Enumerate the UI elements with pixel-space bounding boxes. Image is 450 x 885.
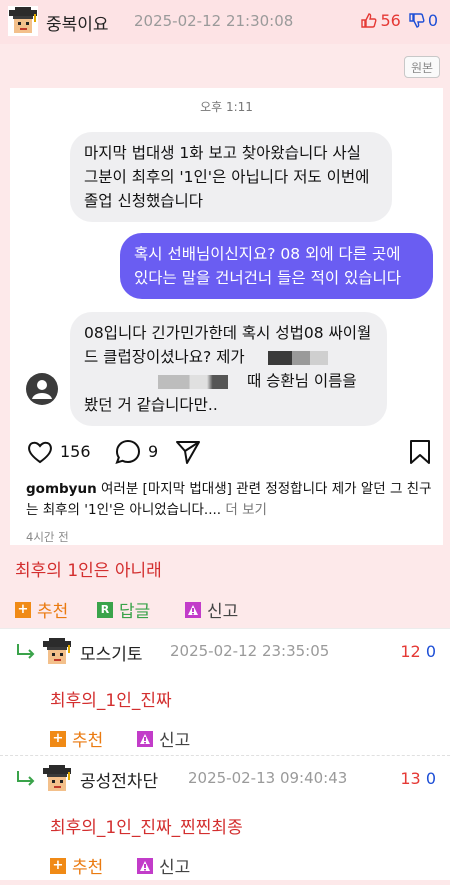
post-author[interactable]: 중복이요	[46, 10, 109, 35]
post-actions: 156 9	[26, 438, 430, 468]
post: 중복이요 2025-02-12 21:30:08 56 0 원본 오후 1:11…	[0, 0, 450, 628]
report-button[interactable]: 신고	[185, 597, 238, 622]
comment-datetime: 2025-02-12 23:35:05	[170, 642, 330, 660]
chat-bubble-received-1: 마지막 법대생 1화 보고 찾아왔습니다 사실 그분이 최후의 '1인'은 아닙…	[70, 132, 392, 222]
plus-icon: +	[15, 601, 31, 618]
thumbs-down-icon[interactable]	[408, 12, 425, 29]
comment-upvotes: 13	[400, 769, 421, 788]
report-label: 신고	[159, 858, 191, 878]
comment-votes: 13 0	[400, 769, 436, 788]
report-label: 신고	[207, 602, 239, 622]
post-header: 중복이요 2025-02-12 21:30:08 56 0	[0, 0, 450, 44]
original-image-button[interactable]: 원본	[404, 56, 440, 78]
reply-arrow-icon	[15, 770, 37, 788]
chat-bubble-sent: 혹시 선배님이신지요? 08 외에 다른 곳에 있다는 말을 건너건너 들은 적…	[120, 233, 433, 299]
reply-label: 답글	[119, 602, 151, 622]
reply-button[interactable]: R 답글	[97, 597, 150, 622]
recommend-label: 추천	[72, 858, 104, 878]
comment-text: 최후의_1인_진짜_찐찐최종	[50, 818, 243, 838]
report-label: 신고	[159, 731, 191, 751]
caption-more-link[interactable]: 더 보기	[225, 502, 267, 518]
comment-count: 9	[148, 442, 159, 461]
report-button[interactable]: 신고	[137, 726, 190, 751]
post-text: 최후의 1인은 아니래	[15, 561, 162, 581]
recommend-label: 추천	[37, 602, 69, 622]
comment-bubble-icon[interactable]	[114, 438, 142, 466]
post-downvotes: 0	[427, 11, 438, 30]
comment-item: 모스기토 2025-02-12 23:35:05 12 0 최후의_1인_진짜 …	[0, 628, 450, 755]
post-votes: 56 0	[360, 11, 438, 30]
embedded-screenshot: 오후 1:11 마지막 법대생 1화 보고 찾아왔습니다 사실 그분이 최후의 …	[10, 88, 443, 545]
comment-text: 최후의_1인_진짜	[50, 691, 172, 711]
graduation-cap-avatar-icon	[42, 764, 72, 794]
recommend-label: 추천	[72, 731, 104, 751]
post-upvotes: 56	[380, 11, 401, 30]
post-datetime: 2025-02-12 21:30:08	[134, 12, 294, 30]
recommend-button[interactable]: + 추천	[50, 726, 103, 751]
bookmark-icon[interactable]	[406, 438, 434, 466]
report-icon	[137, 731, 153, 747]
plus-icon: +	[50, 857, 66, 874]
post-caption: gombyun 여러분 [마지막 법대생] 관련 정정합니다 제가 알던 그 친…	[26, 479, 436, 521]
comment-votes: 12 0	[400, 642, 436, 661]
like-count: 156	[60, 442, 91, 461]
recommend-button[interactable]: + 추천	[15, 597, 68, 622]
comment-author[interactable]: 모스기토	[80, 640, 143, 665]
send-icon[interactable]	[174, 438, 202, 466]
report-button[interactable]: 신고	[137, 853, 190, 878]
sender-avatar-icon	[26, 373, 58, 405]
caption-username[interactable]: gombyun	[26, 481, 97, 497]
chat-text-part-1: 08입니다 긴가민가한데 혹시 성법08 싸이월드 클럽장이셨나요? 제가	[84, 324, 372, 366]
comment-downvotes: 0	[425, 769, 436, 788]
redaction-block	[267, 350, 328, 365]
plus-icon: +	[50, 730, 66, 747]
chat-bubble-received-2: 08입니다 긴가민가한데 혹시 성법08 싸이월드 클럽장이셨나요? 제가 때 …	[70, 312, 387, 426]
bottom-divider	[0, 880, 450, 885]
report-icon	[185, 602, 201, 618]
redaction-block	[158, 374, 228, 389]
graduation-cap-avatar-icon	[8, 6, 38, 36]
report-icon	[137, 858, 153, 874]
comment-datetime: 2025-02-13 09:40:43	[188, 769, 348, 787]
graduation-cap-avatar-icon	[42, 637, 72, 667]
recommend-button[interactable]: + 추천	[50, 853, 103, 878]
reply-r-icon: R	[97, 601, 113, 618]
thumbs-up-icon[interactable]	[360, 12, 377, 29]
reply-arrow-icon	[15, 643, 37, 661]
comment-downvotes: 0	[425, 642, 436, 661]
comment-author[interactable]: 공성전차단	[80, 767, 158, 792]
chat-time: 오후 1:11	[200, 100, 253, 114]
post-age: 4시간 전	[26, 530, 69, 544]
heart-icon[interactable]	[26, 438, 54, 466]
comment-upvotes: 12	[400, 642, 421, 661]
comment-item: 공성전차단 2025-02-13 09:40:43 13 0 최후의_1인_진짜…	[0, 755, 450, 885]
